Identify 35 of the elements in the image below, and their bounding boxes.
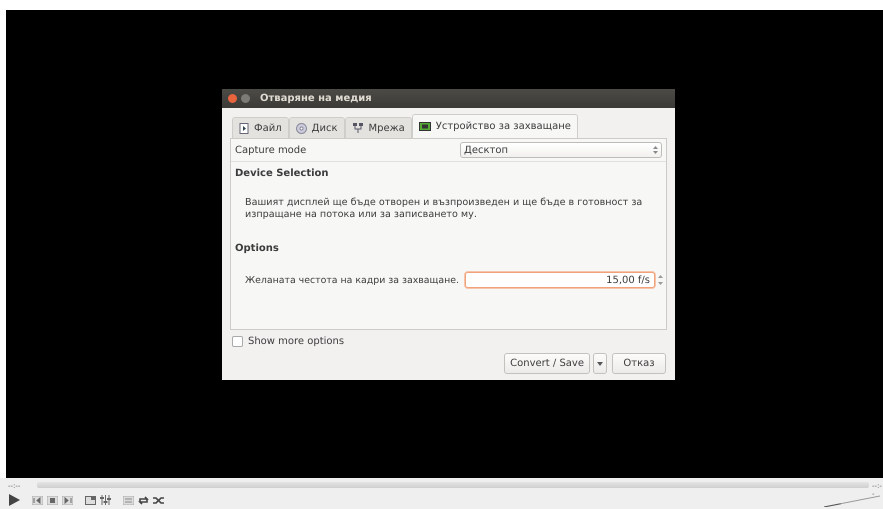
file-icon bbox=[239, 122, 249, 134]
frame-rate-field[interactable]: 15,00 f/s bbox=[465, 272, 655, 288]
next-icon[interactable] bbox=[62, 496, 73, 504]
dropdown-button[interactable] bbox=[593, 353, 607, 374]
disc-icon bbox=[296, 122, 307, 134]
capture-mode-dropdown[interactable]: Десктоп bbox=[460, 142, 662, 158]
checkbox[interactable] bbox=[232, 336, 243, 347]
previous-icon[interactable] bbox=[32, 496, 43, 504]
loop-icon[interactable] bbox=[138, 496, 149, 504]
fullscreen-icon[interactable] bbox=[85, 496, 96, 504]
close-button[interactable] bbox=[228, 94, 237, 103]
caret-icon bbox=[597, 362, 603, 366]
tab[interactable]: Диск bbox=[288, 117, 344, 138]
checkbox-label[interactable]: Show more options bbox=[248, 336, 344, 347]
section-heading: Device Selection bbox=[234, 167, 330, 181]
cancel-button[interactable]: Отказ bbox=[612, 353, 666, 374]
spinner-arrows-icon[interactable] bbox=[657, 273, 664, 287]
shuffle-icon[interactable] bbox=[153, 496, 164, 504]
frame-rate-label: Желаната честота на кадри за захващане. bbox=[245, 274, 459, 286]
play-icon[interactable] bbox=[8, 494, 20, 506]
spinner-arrows-icon bbox=[653, 146, 658, 154]
section-heading: Options bbox=[234, 242, 280, 256]
stop-icon[interactable] bbox=[47, 496, 58, 504]
window-title: Отваряне на медия bbox=[260, 93, 372, 104]
tab[interactable]: Устройство за захващане bbox=[412, 114, 578, 138]
network-icon bbox=[352, 122, 364, 134]
capture-mode-label: Capture mode bbox=[235, 144, 306, 156]
monitor-icon bbox=[418, 122, 431, 132]
equalizer-icon[interactable] bbox=[100, 495, 111, 505]
minimize-button[interactable] bbox=[241, 94, 250, 103]
playlist-icon[interactable] bbox=[123, 496, 134, 504]
tab[interactable]: Мрежа bbox=[344, 117, 412, 138]
convert-save-button[interactable]: Convert / Save bbox=[504, 353, 590, 374]
tab[interactable]: Файл bbox=[232, 117, 289, 138]
description-text: Вашият дисплей ще бъде отворен и възпроизведен и ще бъде в готовност за изпращане на потока или за записването му. bbox=[245, 197, 644, 221]
